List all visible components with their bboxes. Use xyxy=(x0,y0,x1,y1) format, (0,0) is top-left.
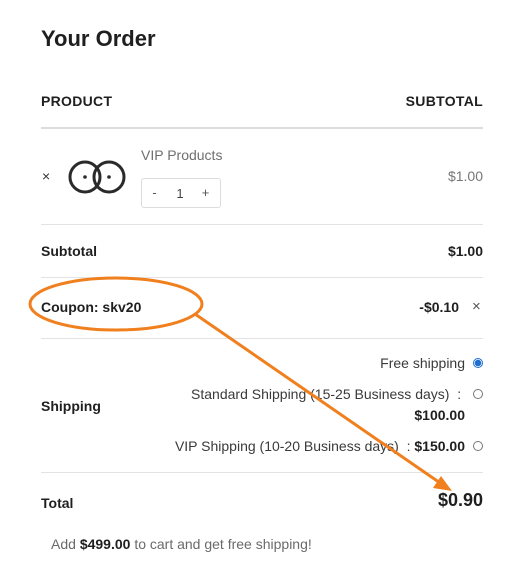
shipping-option-name: VIP Shipping (10-20 Business days) xyxy=(174,438,399,454)
subtotal-label: Subtotal xyxy=(41,243,97,259)
quantity-increase-button[interactable]: + xyxy=(193,179,218,207)
subtotal-divider xyxy=(41,277,483,278)
shipping-option-price: $100.00 xyxy=(414,407,465,423)
total-label: Total xyxy=(41,495,74,511)
remove-item-button[interactable]: × xyxy=(42,168,50,184)
shipping-option-vip[interactable]: VIP Shipping (10-20 Business days) : $15… xyxy=(175,438,483,454)
bicycle-wheels-icon xyxy=(68,160,126,194)
subtotal-column-header: SUBTOTAL xyxy=(405,93,483,109)
item-divider xyxy=(41,224,483,225)
quantity-decrease-button[interactable]: - xyxy=(142,179,167,207)
product-name-link[interactable]: VIP Products xyxy=(141,147,222,163)
shipping-option-standard-price-row: $100.00 xyxy=(414,407,465,423)
remove-coupon-button[interactable]: × xyxy=(472,298,481,315)
annotation-arrowhead xyxy=(433,476,452,491)
shipping-radio-vip[interactable] xyxy=(473,441,483,451)
subtotal-value: $1.00 xyxy=(447,243,483,259)
note-amount: $499.00 xyxy=(79,536,131,552)
coupon-divider xyxy=(41,338,483,339)
free-shipping-note: Add $499.00 to cart and get free shippin… xyxy=(51,536,312,552)
shipping-radio-standard[interactable] xyxy=(473,389,483,399)
product-column-header: PRODUCT xyxy=(41,93,113,109)
shipping-divider xyxy=(41,472,483,473)
shipping-option-name: Free shipping xyxy=(380,355,465,371)
note-suffix: to cart and get free shipping! xyxy=(134,536,312,552)
coupon-discount-value: -$0.10 xyxy=(419,299,459,315)
shipping-radio-free[interactable] xyxy=(473,358,483,368)
header-divider xyxy=(41,127,483,129)
item-price: $1.00 xyxy=(447,168,483,184)
coupon-label: Coupon: skv20 xyxy=(41,299,142,315)
order-title: Your Order xyxy=(41,26,156,51)
shipping-option-price: $150.00 xyxy=(414,438,465,454)
shipping-option-standard[interactable]: Standard Shipping (15-25 Business days) … xyxy=(191,386,483,402)
annotation-overlay xyxy=(28,276,452,491)
quantity-stepper: - + xyxy=(141,178,221,208)
note-prefix: Add xyxy=(51,536,76,552)
total-value: $0.90 xyxy=(437,490,483,510)
shipping-label: Shipping xyxy=(41,398,101,414)
shipping-option-free[interactable]: Free shipping xyxy=(380,355,483,371)
quantity-input[interactable] xyxy=(167,179,193,207)
shipping-option-name: Standard Shipping (15-25 Business days) xyxy=(191,386,450,402)
